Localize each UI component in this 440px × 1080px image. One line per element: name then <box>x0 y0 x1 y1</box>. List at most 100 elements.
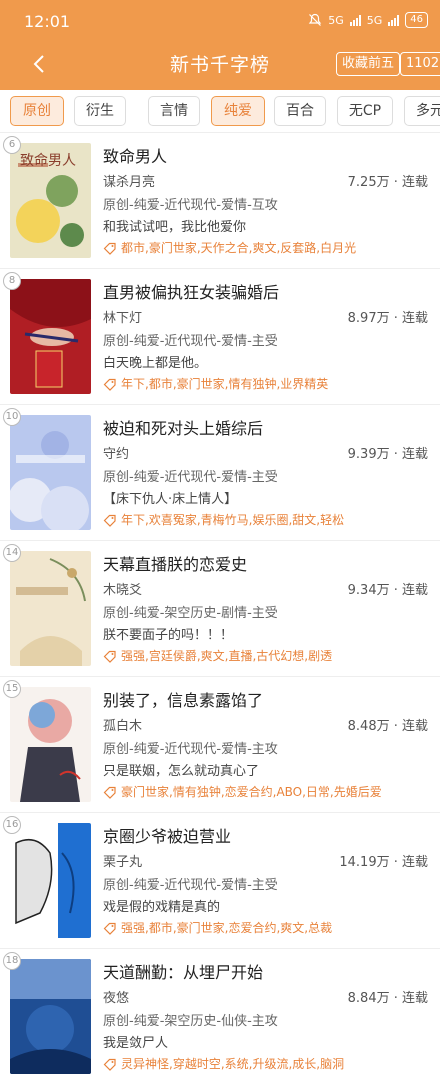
cover-art <box>10 959 91 1074</box>
tag-list: 豪门世家,情有独钟,恋爱合约,ABO,日常,先婚后爱 <box>121 785 382 799</box>
book-item[interactable]: 14 天幕直播朕的恋爱史 木晓爻 9.34万 · 连载 原创-纯爱-架空历史-剧… <box>0 540 440 676</box>
book-item[interactable]: 10 被迫和死对头上婚综后 守约 9.39万 · 连载 原创-纯爱-近代现代-爱… <box>0 404 440 540</box>
nav-bar: 新书千字榜 收藏前五 1102 <box>0 44 440 84</box>
tag-icon <box>103 1058 116 1071</box>
network-label: 5G <box>366 13 383 27</box>
status-time: 12:01 <box>24 12 71 31</box>
tag-list: 都市,豪门世家,天作之合,爽文,反套路,白月光 <box>121 241 357 255</box>
network-label: 5G <box>328 13 344 27</box>
signal-icon <box>388 14 400 26</box>
count-badge[interactable]: 1102 <box>400 52 440 76</box>
book-genre: 原创-纯爱-近代现代-爱情-主受 <box>103 334 278 349</box>
cover-art <box>10 415 91 530</box>
tab-derivative[interactable]: 衍生 <box>74 96 126 126</box>
book-author[interactable]: 守约 <box>103 443 129 462</box>
tag-list: 强强,都市,豪门世家,恋爱合约,爽文,总裁 <box>121 921 333 935</box>
book-cover[interactable] <box>10 687 91 802</box>
status-bar: 12:01 5G 5G 46 <box>0 0 440 44</box>
book-title[interactable]: 天道酬勤：从埋尸开始 <box>103 959 263 983</box>
category-tabs: 原创 衍生 言情 纯爱 百合 无CP 多元 <box>0 90 440 130</box>
rank-badge: 14 <box>3 544 21 562</box>
status-icons: 5G 5G 46 <box>308 12 428 28</box>
book-genre: 原创-纯爱-近代现代-爱情-主攻 <box>103 742 278 757</box>
book-author[interactable]: 林下灯 <box>103 307 142 326</box>
cover-art <box>10 687 91 802</box>
signal-icon <box>349 14 361 26</box>
book-stats: 8.84万 · 连载 <box>347 991 428 1006</box>
favorite-top-five-button[interactable]: 收藏前五 <box>336 52 401 76</box>
book-description: 戏是假的戏精是真的 <box>103 900 221 915</box>
cover-art <box>10 823 91 938</box>
tag-icon <box>103 786 116 799</box>
book-tags: 都市,豪门世家,天作之合,爽文,反套路,白月光 <box>103 239 356 256</box>
book-item[interactable]: 15 别装了，信息素露馅了 孤白木 8.48万 · 连载 原创-纯爱-近代现代-… <box>0 676 440 812</box>
tag-icon <box>103 242 116 255</box>
book-stats: 7.25万 · 连载 <box>347 175 428 190</box>
top-bar: 12:01 5G 5G 46 新书千字榜 收藏前五 1102 <box>0 0 440 90</box>
book-stats: 9.34万 · 连载 <box>347 583 428 598</box>
book-author[interactable]: 谋杀月亮 <box>103 171 155 190</box>
book-description: 和我试试吧，我比他爱你 <box>103 220 247 235</box>
book-author[interactable]: 木晓爻 <box>103 579 142 598</box>
tab-bl[interactable]: 纯爱 <box>211 96 265 126</box>
book-title[interactable]: 直男被偏执狂女装骗婚后 <box>103 279 279 303</box>
rank-badge: 6 <box>3 136 21 154</box>
book-cover[interactable] <box>10 551 91 666</box>
book-cover[interactable] <box>10 959 91 1074</box>
book-title[interactable]: 被迫和死对头上婚综后 <box>103 415 263 439</box>
book-title[interactable]: 致命男人 <box>103 143 167 167</box>
book-author[interactable]: 夜悠 <box>103 987 129 1006</box>
book-stats: 8.48万 · 连载 <box>347 719 428 734</box>
rank-badge: 15 <box>3 680 21 698</box>
book-author[interactable]: 孤白木 <box>103 715 142 734</box>
rank-badge: 18 <box>3 952 21 970</box>
book-cover[interactable]: 致命男人 <box>10 143 91 258</box>
battery-icon: 46 <box>405 12 428 28</box>
rank-badge: 8 <box>3 272 21 290</box>
book-title[interactable]: 别装了，信息素露馅了 <box>103 687 263 711</box>
tag-icon <box>103 922 116 935</box>
book-genre: 原创-纯爱-近代现代-爱情-互攻 <box>103 198 278 213</box>
book-item[interactable]: 16 京圈少爷被迫营业 栗子丸 14.19万 · 连载 原创-纯爱-近代现代-爱… <box>0 812 440 948</box>
book-description: 我是敛尸人 <box>103 1036 169 1051</box>
book-description: 【床下仇人·床上情人】 <box>103 492 238 507</box>
book-cover[interactable] <box>10 279 91 394</box>
book-tags: 年下,都市,豪门世家,情有独钟,业界精英 <box>103 375 328 392</box>
book-description: 朕不要面子的吗！！！ <box>103 628 234 643</box>
book-item[interactable]: 致命男人 6 致命男人 谋杀月亮 7.25万 · 连载 原创-纯爱-近代现代-爱… <box>0 132 440 268</box>
book-title[interactable]: 京圈少爷被迫营业 <box>103 823 231 847</box>
book-author[interactable]: 栗子丸 <box>103 851 142 870</box>
cover-art: 致命男人 <box>10 143 91 258</box>
tab-diverse[interactable]: 多元 <box>404 96 440 126</box>
book-stats: 8.97万 · 连载 <box>347 311 428 326</box>
book-stats: 9.39万 · 连载 <box>347 447 428 462</box>
tab-no-cp[interactable]: 无CP <box>337 96 393 126</box>
book-title[interactable]: 天幕直播朕的恋爱史 <box>103 551 247 575</box>
book-cover[interactable] <box>10 823 91 938</box>
tag-list: 强强,宫廷侯爵,爽文,直播,古代幻想,剧透 <box>121 649 333 663</box>
book-item[interactable]: 18 天道酬勤：从埋尸开始 夜悠 8.84万 · 连载 原创-纯爱-架空历史-仙… <box>0 948 440 1080</box>
book-genre: 原创-纯爱-近代现代-爱情-主受 <box>103 878 278 893</box>
rank-badge: 10 <box>3 408 21 426</box>
tag-list: 年下,欢喜冤家,青梅竹马,娱乐圈,甜文,轻松 <box>121 513 345 527</box>
book-cover[interactable] <box>10 415 91 530</box>
tag-icon <box>103 514 116 527</box>
tab-original[interactable]: 原创 <box>10 96 64 126</box>
book-tags: 年下,欢喜冤家,青梅竹马,娱乐圈,甜文,轻松 <box>103 511 344 528</box>
book-genre: 原创-纯爱-架空历史-仙侠-主攻 <box>103 1014 278 1029</box>
book-description: 只是联姻，怎么就动真心了 <box>103 764 260 779</box>
tag-list: 灵异神怪,穿越时空,系统,升级流,成长,脑洞 <box>121 1057 345 1071</box>
cover-art <box>10 279 91 394</box>
tab-gl[interactable]: 百合 <box>274 96 326 126</box>
book-genre: 原创-纯爱-架空历史-剧情-主受 <box>103 606 278 621</box>
book-tags: 强强,宫廷侯爵,爽文,直播,古代幻想,剧透 <box>103 647 332 664</box>
book-tags: 豪门世家,情有独钟,恋爱合约,ABO,日常,先婚后爱 <box>103 783 382 800</box>
book-tags: 灵异神怪,穿越时空,系统,升级流,成长,脑洞 <box>103 1055 344 1072</box>
mute-bell-icon <box>308 13 322 26</box>
cover-title: 致命男人 <box>20 152 76 169</box>
book-item[interactable]: 8 直男被偏执狂女装骗婚后 林下灯 8.97万 · 连载 原创-纯爱-近代现代-… <box>0 268 440 404</box>
book-tags: 强强,都市,豪门世家,恋爱合约,爽文,总裁 <box>103 919 332 936</box>
tag-icon <box>103 378 116 391</box>
cover-art <box>10 551 91 666</box>
tab-romance[interactable]: 言情 <box>148 96 200 126</box>
